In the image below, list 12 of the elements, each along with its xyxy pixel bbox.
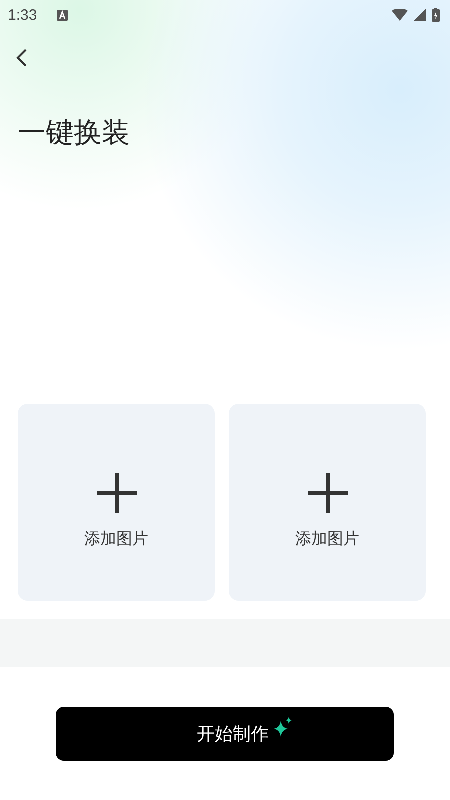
add-image-button[interactable]: 添加图片 (229, 404, 426, 601)
signal-icon (414, 9, 426, 21)
sparkle-icon (273, 717, 293, 737)
status-time: 1:33 (8, 6, 38, 24)
plus-icon (96, 473, 136, 513)
wifi-icon (392, 9, 408, 21)
add-image-button[interactable]: 添加图片 (18, 404, 215, 601)
page-title: 一键换装 (18, 115, 130, 151)
battery-icon (432, 8, 440, 22)
plus-icon (308, 473, 348, 513)
start-button[interactable]: 开始制作 (56, 707, 394, 761)
notification-icon (57, 10, 68, 20)
